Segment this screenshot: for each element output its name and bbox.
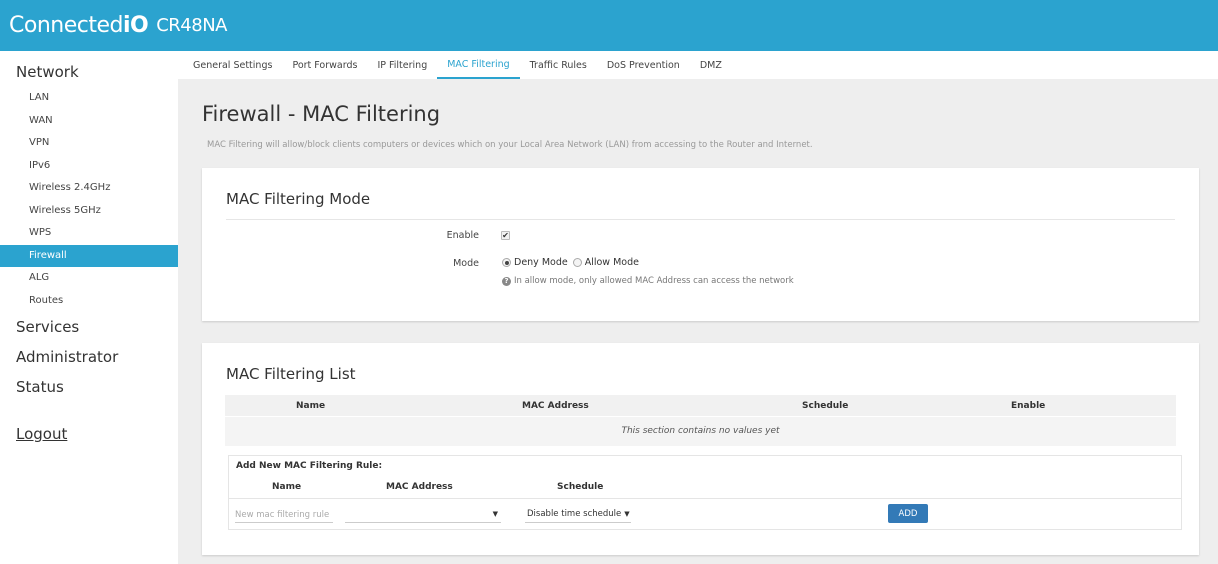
dropdown-arrow-icon: ▼: [492, 510, 498, 518]
help-text: In allow mode, only allowed MAC Address …: [514, 276, 794, 286]
add-column-schedule: Schedule: [557, 482, 604, 492]
logout-link[interactable]: Logout: [16, 425, 67, 443]
schedule-select[interactable]: Disable time schedule ▼: [525, 507, 631, 523]
sidebar-item-wan[interactable]: WAN: [0, 110, 178, 133]
sidebar: Network LAN WAN VPN IPv6 Wireless 2.4GHz…: [0, 51, 178, 564]
add-rule-title: Add New MAC Filtering Rule:: [236, 461, 383, 471]
nav-group-network[interactable]: Network: [0, 57, 178, 87]
firewall-tabs: General Settings Port Forwards IP Filter…: [178, 51, 1218, 79]
sidebar-item-vpn[interactable]: VPN: [0, 132, 178, 155]
mode-card-title: MAC Filtering Mode: [226, 190, 371, 208]
sidebar-item-alg[interactable]: ALG: [0, 267, 178, 290]
brand-light-text: Connected: [9, 13, 123, 38]
nav-group-services[interactable]: Services: [0, 312, 178, 342]
add-rule-button[interactable]: ADD: [888, 504, 928, 523]
column-header-schedule: Schedule: [802, 400, 849, 411]
main-content: Firewall - MAC Filtering MAC Filtering w…: [178, 79, 1218, 564]
nav-group-status[interactable]: Status: [0, 372, 178, 402]
enable-label: Enable: [446, 230, 479, 241]
divider: [229, 498, 1181, 499]
top-header-bar: Connected iO CR48NA: [0, 0, 1218, 51]
mode-help-text: ? In allow mode, only allowed MAC Addres…: [502, 276, 794, 286]
question-icon: ?: [502, 276, 511, 286]
page-title: Firewall - MAC Filtering: [202, 102, 441, 126]
nav-group-administrator[interactable]: Administrator: [0, 342, 178, 372]
model-name: CR48NA: [156, 15, 227, 36]
dropdown-arrow-icon: ▼: [624, 510, 630, 518]
sidebar-item-ipv6[interactable]: IPv6: [0, 155, 178, 178]
mode-radio-group: Deny Mode Allow Mode: [502, 257, 644, 268]
column-header-name: Name: [296, 400, 326, 411]
page-description: MAC Filtering will allow/block clients c…: [207, 140, 813, 150]
deny-mode-label[interactable]: Deny Mode: [514, 257, 568, 268]
add-column-name: Name: [272, 482, 302, 492]
mode-label: Mode: [453, 258, 479, 269]
sidebar-item-lan[interactable]: LAN: [0, 87, 178, 110]
add-column-mac-address: MAC Address: [386, 482, 453, 492]
sidebar-item-wps[interactable]: WPS: [0, 222, 178, 245]
add-rule-section: Add New MAC Filtering Rule: Name MAC Add…: [228, 455, 1182, 530]
sidebar-item-wireless-24ghz[interactable]: Wireless 2.4GHz: [0, 177, 178, 200]
enable-checkbox[interactable]: ✔: [501, 231, 510, 240]
empty-table-message: This section contains no values yet: [225, 417, 1176, 446]
tab-general-settings[interactable]: General Settings: [191, 51, 282, 79]
allow-mode-label[interactable]: Allow Mode: [585, 257, 639, 268]
sidebar-item-firewall[interactable]: Firewall: [0, 244, 178, 267]
sidebar-item-routes[interactable]: Routes: [0, 290, 178, 313]
new-rule-name-input[interactable]: [235, 507, 333, 523]
tab-dos-prevention[interactable]: DoS Prevention: [597, 51, 690, 79]
column-header-mac-address: MAC Address: [522, 400, 589, 411]
sidebar-item-wireless-5ghz[interactable]: Wireless 5GHz: [0, 200, 178, 223]
tab-mac-filtering[interactable]: MAC Filtering: [437, 51, 520, 79]
mac-address-select[interactable]: ▼: [345, 507, 501, 523]
tab-port-forwards[interactable]: Port Forwards: [282, 51, 367, 79]
tab-ip-filtering[interactable]: IP Filtering: [367, 51, 437, 79]
brand-logo: Connected iO CR48NA: [9, 13, 227, 38]
tab-dmz[interactable]: DMZ: [690, 51, 732, 79]
column-header-enable: Enable: [1011, 400, 1046, 411]
mac-filtering-mode-card: MAC Filtering Mode Enable ✔ Mode Deny Mo…: [202, 168, 1199, 321]
schedule-value: Disable time schedule: [527, 509, 622, 519]
brand-bold-text: iO: [122, 13, 149, 38]
divider: [226, 219, 1175, 220]
mac-filtering-list-card: MAC Filtering List Name MAC Address Sche…: [202, 343, 1199, 555]
table-header: Name MAC Address Schedule Enable: [225, 395, 1176, 416]
deny-mode-radio[interactable]: [502, 258, 511, 267]
tab-traffic-rules[interactable]: Traffic Rules: [520, 51, 597, 79]
allow-mode-radio[interactable]: [572, 258, 582, 267]
list-card-title: MAC Filtering List: [226, 365, 356, 383]
